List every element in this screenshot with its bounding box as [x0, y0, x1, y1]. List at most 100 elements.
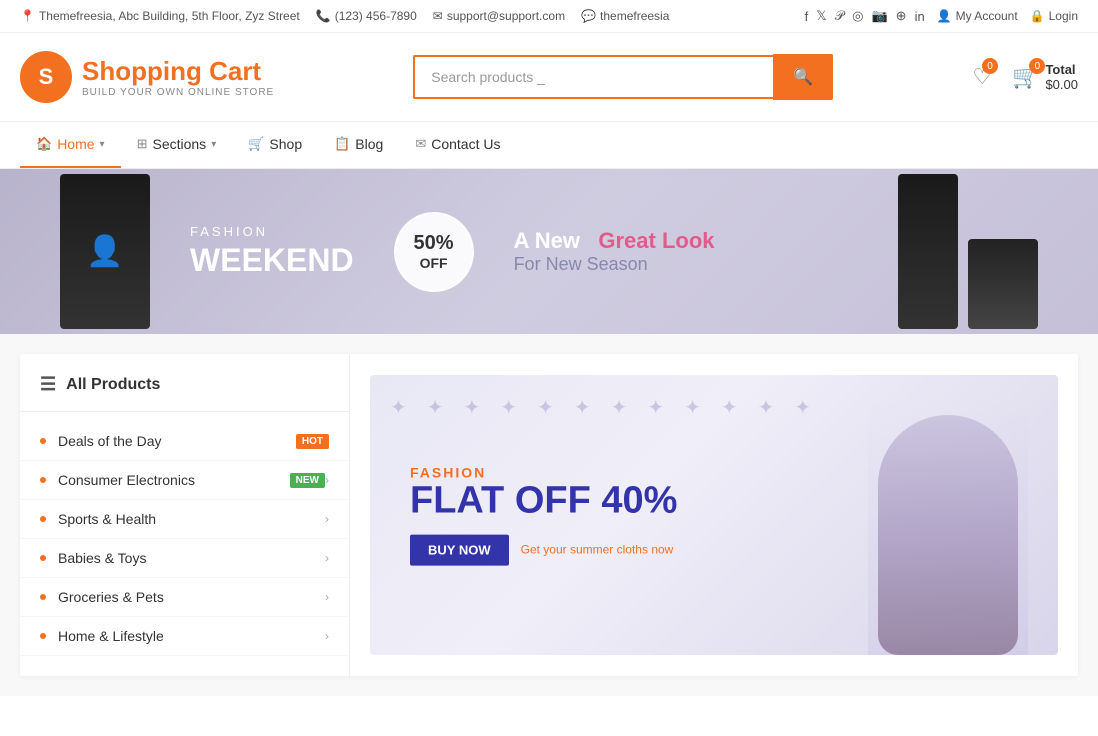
sidebar: ☰ All Products Deals of the Day HOT Cons… [20, 354, 350, 676]
nav-item-contact[interactable]: ✉ Contact Us [399, 122, 516, 168]
star-icon: ✦ [721, 395, 738, 635]
sidebar-title: ☰ All Products [20, 374, 349, 412]
banner-percent: 50% [414, 232, 454, 255]
sidebar-bullet [40, 633, 46, 639]
cart-button[interactable]: 🛒 0 Total $0.00 [1012, 62, 1078, 92]
cart-badge: 0 [1029, 58, 1045, 74]
promo-model-figure [868, 395, 1028, 655]
sidebar-item-groceries[interactable]: Groceries & Pets › [20, 578, 349, 617]
top-bar-right: f 𝕏 𝒫 ◎ 📷 ⊕ in 👤 My Account 🔒 Login [805, 8, 1078, 24]
logo[interactable]: S Shopping Cart BUILD YOUR OWN ONLINE ST… [20, 51, 274, 103]
banner-weekend-text: WEEKEND [190, 243, 354, 278]
sidebar-item-deals[interactable]: Deals of the Day HOT [20, 422, 349, 461]
banner-content: 👤 FASHION WEEKEND 50% OFF A New Great Lo… [0, 174, 1098, 329]
dribbble-icon[interactable]: ◎ [852, 8, 863, 24]
star-icon: ✦ [684, 395, 701, 635]
logo-tagline: BUILD YOUR OWN ONLINE STORE [82, 87, 274, 98]
promo-banner: ✦ ✦ ✦ ✦ ✦ ✦ ✦ ✦ ✦ ✦ ✦ ✦ FASHION FLAT OFF… [370, 375, 1058, 655]
sidebar-bullet [40, 555, 46, 561]
chevron-right-icon: › [325, 551, 329, 565]
search-input[interactable] [413, 55, 773, 99]
flickr-icon[interactable]: ⊕ [896, 8, 907, 24]
search-button[interactable]: 🔍 [773, 54, 833, 100]
sidebar-item-label: Groceries & Pets [58, 589, 325, 605]
banner-discount-circle: 50% OFF [394, 212, 474, 292]
sidebar-item-electronics[interactable]: Consumer Electronics NEW › [20, 461, 349, 500]
sidebar-item-label: Home & Lifestyle [58, 628, 325, 644]
banner-left-model: 👤 [60, 174, 150, 329]
banner-text: FASHION WEEKEND [190, 224, 354, 278]
instagram-icon[interactable]: 📷 [871, 8, 887, 24]
nav-item-sections[interactable]: ⊞ Sections ▾ [121, 122, 233, 168]
account-icon: 👤 [937, 9, 952, 23]
sidebar-item-label: Deals of the Day [58, 433, 288, 449]
star-icon: ✦ [758, 395, 775, 635]
sidebar-item-sports[interactable]: Sports & Health › [20, 500, 349, 539]
chevron-right-icon: › [325, 512, 329, 526]
lock-icon: 🔒 [1030, 9, 1045, 23]
pinterest-icon[interactable]: 𝒫 [835, 8, 844, 24]
hot-badge: HOT [296, 434, 329, 449]
chevron-right-icon: › [325, 473, 329, 487]
wishlist-badge: 0 [982, 58, 998, 74]
nav-item-home[interactable]: 🏠 Home ▾ [20, 122, 121, 168]
wishlist-icon-wrap: ♡ 0 [972, 64, 992, 90]
promo-fashion-label: FASHION [410, 465, 677, 481]
search-icon: 🔍 [793, 69, 813, 86]
star-icon: ✦ [390, 395, 407, 635]
wishlist-button[interactable]: ♡ 0 [972, 64, 992, 90]
search-bar: 🔍 [413, 54, 833, 100]
nav-item-shop[interactable]: 🛒 Shop [232, 122, 318, 168]
my-account-link[interactable]: 👤 My Account [937, 9, 1018, 23]
nav-item-blog[interactable]: 📋 Blog [318, 122, 399, 168]
grid-icon: ⊞ [137, 136, 148, 152]
nav-home-arrow: ▾ [100, 139, 105, 150]
promo-discount-text: FLAT OFF 40% [410, 481, 677, 523]
menu-icon: ☰ [40, 374, 56, 395]
sidebar-bullet [40, 594, 46, 600]
contact-icon: ✉ [415, 136, 426, 152]
banner-tagline: A New Great Look For New Season [514, 228, 715, 275]
skype: 💬 themefreesia [581, 9, 669, 23]
buy-now-button[interactable]: BUY NOW [410, 534, 509, 565]
twitter-icon[interactable]: 𝕏 [816, 8, 826, 24]
new-badge: NEW [290, 473, 325, 488]
promo-text-block: FASHION FLAT OFF 40% BUY NOW Get your su… [410, 465, 677, 566]
banner-new-great: A New Great Look [514, 228, 715, 254]
shop-cart-icon: 🛒 [248, 136, 264, 152]
facebook-icon[interactable]: f [805, 9, 809, 24]
total-label: Total [1045, 62, 1078, 77]
sidebar-item-label: Consumer Electronics [58, 472, 282, 488]
nav-blog-label: Blog [355, 136, 383, 152]
linkedin-icon[interactable]: in [915, 9, 925, 24]
banner-off: OFF [420, 255, 448, 271]
nav-contact-label: Contact Us [431, 136, 500, 152]
header: S Shopping Cart BUILD YOUR OWN ONLINE ST… [0, 33, 1098, 121]
logo-title: Shopping Cart [82, 56, 274, 87]
blog-icon: 📋 [334, 136, 350, 152]
login-link[interactable]: 🔒 Login [1030, 9, 1078, 23]
location-icon: 📍 [20, 9, 35, 23]
promo-area: ✦ ✦ ✦ ✦ ✦ ✦ ✦ ✦ ✦ ✦ ✦ ✦ FASHION FLAT OFF… [350, 354, 1078, 676]
sidebar-bullet [40, 438, 46, 444]
cart-icon-wrap: 🛒 0 [1012, 64, 1039, 90]
main-nav: 🏠 Home ▾ ⊞ Sections ▾ 🛒 Shop 📋 Blog ✉ Co… [0, 121, 1098, 169]
content-wrapper: ☰ All Products Deals of the Day HOT Cons… [20, 354, 1078, 676]
home-icon: 🏠 [36, 136, 52, 152]
top-bar-left: 📍 Themefreesia, Abc Building, 5th Floor,… [20, 9, 669, 23]
sidebar-item-home[interactable]: Home & Lifestyle › [20, 617, 349, 656]
banner-bag [968, 239, 1038, 329]
sidebar-bullet [40, 477, 46, 483]
logo-icon: S [20, 51, 72, 103]
email-icon: ✉ [433, 9, 443, 23]
phone: 📞 (123) 456-7890 [316, 9, 417, 23]
promo-cta: BUY NOW Get your summer cloths now [410, 534, 677, 565]
banner-right-person [898, 174, 958, 329]
banner-season: For New Season [514, 254, 715, 275]
sidebar-title-text: All Products [66, 376, 160, 394]
main-content: ☰ All Products Deals of the Day HOT Cons… [0, 334, 1098, 696]
promo-subtitle: Get your summer cloths now [521, 543, 674, 557]
sidebar-item-babies[interactable]: Babies & Toys › [20, 539, 349, 578]
chevron-right-icon: › [325, 590, 329, 604]
banner-great: Great Look [598, 228, 714, 253]
